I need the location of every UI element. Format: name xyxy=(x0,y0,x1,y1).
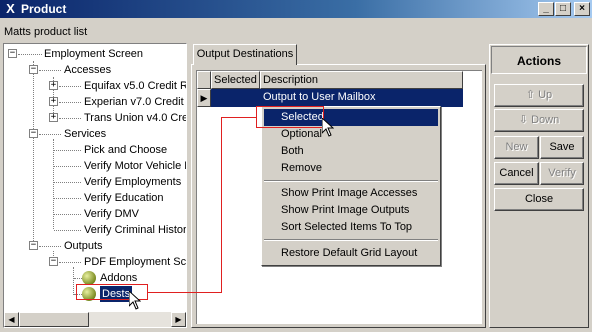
tree-node-services[interactable]: Services xyxy=(64,126,106,142)
cancel-button[interactable]: Cancel xyxy=(494,162,539,185)
app-icon: X xyxy=(6,1,15,16)
annotation-line xyxy=(148,292,222,293)
tree-node-output[interactable]: PDF Employment Scre xyxy=(84,254,186,270)
tree-node-outputs[interactable]: Outputs xyxy=(64,238,103,254)
tree-node-access[interactable]: Equifax v5.0 Credit Re xyxy=(84,78,186,94)
menu-item-show-print-image-accesses[interactable]: Show Print Image Accesses xyxy=(264,185,438,202)
minimize-button[interactable]: _ xyxy=(538,2,554,16)
annotation-line xyxy=(221,117,222,293)
collapse-output-icon[interactable]: − xyxy=(49,257,58,266)
tree-node-dests[interactable]: Dests xyxy=(100,286,133,302)
collapse-outputs-icon[interactable]: − xyxy=(29,241,38,250)
tab-output-destinations[interactable]: Output Destinations xyxy=(193,44,297,65)
menu-item-both[interactable]: Both xyxy=(264,143,438,160)
verify-button[interactable]: Verify xyxy=(540,162,584,185)
column-header-description[interactable]: Description xyxy=(260,71,463,89)
menu-item-optional[interactable]: Optional xyxy=(264,126,438,143)
tree-node-service[interactable]: Verify Motor Vehicle F xyxy=(84,158,186,174)
menu-item-show-print-image-outputs[interactable]: Show Print Image Outputs xyxy=(264,202,438,219)
product-tree[interactable]: − Employment Screen − Accesses + Equifax… xyxy=(3,43,187,328)
scroll-right-icon[interactable]: ▶ xyxy=(171,312,186,327)
scroll-thumb[interactable] xyxy=(19,312,89,327)
grid-corner xyxy=(197,71,211,89)
menu-item-remove[interactable]: Remove xyxy=(264,160,438,177)
column-header-selected[interactable]: Selected xyxy=(211,71,260,89)
dests-icon xyxy=(82,287,96,301)
menu-item-sort-selected[interactable]: Sort Selected Items To Top xyxy=(264,219,438,236)
menu-item-selected[interactable]: Selected xyxy=(264,109,438,126)
tree-node-service[interactable]: Pick and Choose xyxy=(84,142,167,158)
menu-separator xyxy=(264,180,438,182)
tree-node-service[interactable]: Verify Education xyxy=(84,190,164,206)
tree-node-access[interactable]: Trans Union v4.0 Cre xyxy=(84,110,186,126)
up-arrow-icon: ⇧ xyxy=(525,89,539,101)
expand-access-2-icon[interactable]: + xyxy=(49,97,58,106)
close-window-button[interactable]: × xyxy=(574,2,590,16)
collapse-services-icon[interactable]: − xyxy=(29,129,38,138)
context-menu: Selected Optional Both Remove Show Print… xyxy=(261,106,441,266)
scroll-left-icon[interactable]: ◀ xyxy=(4,312,19,327)
mouse-cursor-icon xyxy=(129,291,141,310)
menu-separator xyxy=(264,239,438,241)
save-button[interactable]: Save xyxy=(540,136,584,159)
addons-icon xyxy=(82,271,96,285)
tree-node-accesses[interactable]: Accesses xyxy=(64,62,111,78)
actions-title: Actions xyxy=(491,46,587,74)
expand-access-3-icon[interactable]: + xyxy=(49,113,58,122)
grid-row[interactable]: Output to User Mailbox xyxy=(211,89,463,107)
menu-item-restore-layout[interactable]: Restore Default Grid Layout xyxy=(264,245,438,262)
down-button[interactable]: ⇩ Down xyxy=(494,109,584,132)
window-title: Product xyxy=(21,2,67,16)
close-button[interactable]: Close xyxy=(494,188,584,211)
title-bar: X Product _ □ × xyxy=(0,0,592,18)
annotation-line xyxy=(221,117,257,118)
tree-node-addons[interactable]: Addons xyxy=(100,270,137,286)
new-button[interactable]: New xyxy=(494,136,539,159)
up-button[interactable]: ⇧ Up xyxy=(494,84,584,107)
collapse-accesses-icon[interactable]: − xyxy=(29,65,38,74)
tree-node-service[interactable]: Verify DMV xyxy=(84,206,139,222)
down-arrow-icon: ⇩ xyxy=(518,114,532,126)
maximize-button[interactable]: □ xyxy=(555,2,571,16)
tree-node-service[interactable]: Verify Employments xyxy=(84,174,181,190)
cell-description[interactable]: Output to User Mailbox xyxy=(263,89,376,106)
row-indicator-icon: ▶ xyxy=(197,89,211,107)
tree-node-root[interactable]: Employment Screen xyxy=(44,46,143,62)
mouse-cursor-icon xyxy=(322,118,334,137)
tree-node-access[interactable]: Experian v7.0 Credit R xyxy=(84,94,186,110)
tree-node-service[interactable]: Verify Criminal History xyxy=(84,222,186,238)
collapse-root-icon[interactable]: − xyxy=(8,49,17,58)
expand-access-1-icon[interactable]: + xyxy=(49,81,58,90)
tree-horizontal-scrollbar[interactable]: ◀ ▶ xyxy=(4,312,186,327)
product-list-label: Matts product list xyxy=(4,26,88,38)
